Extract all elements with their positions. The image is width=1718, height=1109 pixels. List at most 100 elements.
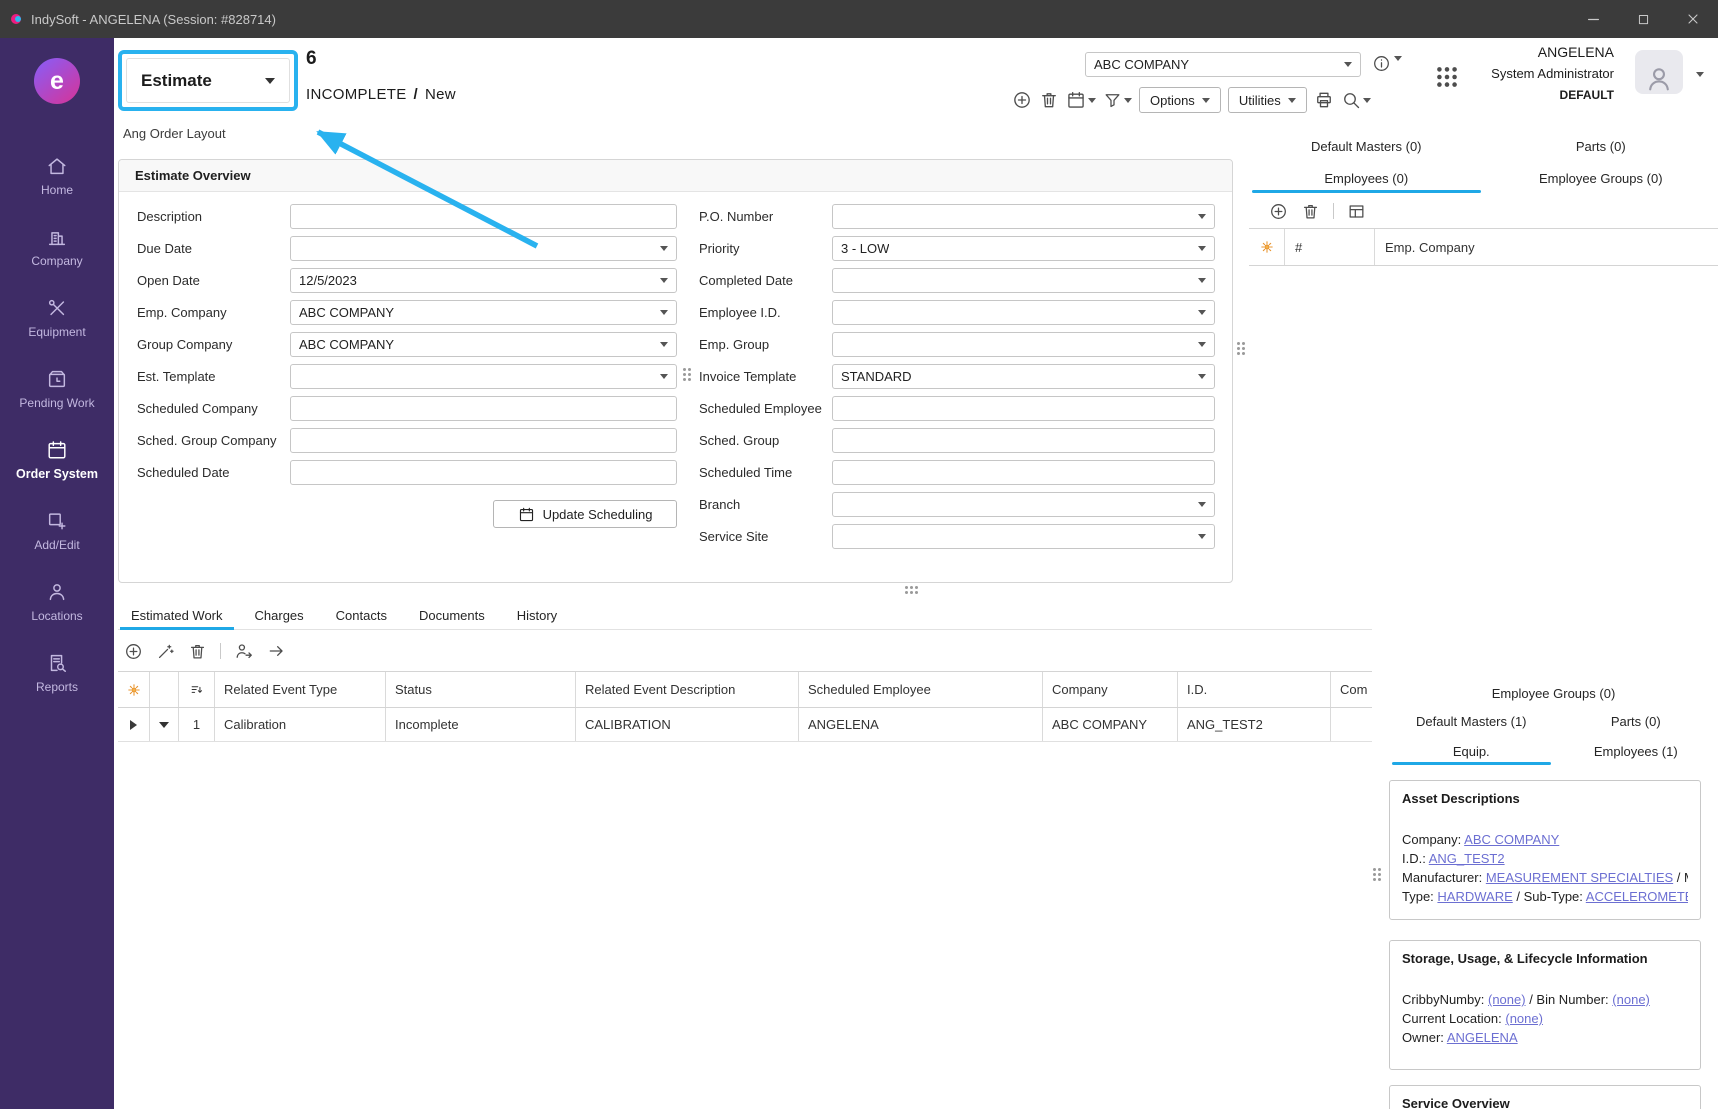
col-com-truncated[interactable]: Com <box>1331 672 1372 707</box>
current-location-link[interactable]: (none) <box>1505 1011 1543 1026</box>
print-button[interactable] <box>1314 90 1334 110</box>
tab-estimated-work[interactable]: Estimated Work <box>118 602 236 629</box>
open-date-select[interactable]: 12/5/2023 <box>290 268 677 293</box>
due-date-select[interactable] <box>290 236 677 261</box>
po-number-select[interactable] <box>832 204 1215 229</box>
asset-id-link[interactable]: ANG_TEST2 <box>1429 851 1505 866</box>
sidebar-item-home[interactable]: Home <box>0 140 114 211</box>
field-label: Description <box>137 209 290 224</box>
sched-group-input[interactable] <box>832 428 1215 453</box>
table-row[interactable]: 1 Calibration Incomplete CALIBRATION ANG… <box>118 708 1372 742</box>
col-scheduled-employee[interactable]: Scheduled Employee <box>799 672 1043 707</box>
close-button[interactable] <box>1668 0 1718 38</box>
tab-documents[interactable]: Documents <box>406 602 498 629</box>
subtype-link[interactable]: ACCELEROMETE <box>1586 889 1688 904</box>
cribby-link[interactable]: (none) <box>1488 992 1526 1007</box>
manufacturer-link[interactable]: MEASUREMENT SPECIALTIES <box>1486 870 1673 885</box>
col-number[interactable]: # <box>1285 229 1375 265</box>
options-button[interactable]: Options <box>1139 87 1221 113</box>
sidebar-item-reports[interactable]: Reports <box>0 637 114 708</box>
update-scheduling-button[interactable]: Update Scheduling <box>493 500 677 528</box>
completed-date-select[interactable] <box>832 268 1215 293</box>
user-menu-chevron-icon[interactable] <box>1696 72 1704 77</box>
sun-icon <box>1259 239 1275 255</box>
order-type-dropdown[interactable]: Estimate <box>126 58 290 103</box>
header-sort-cell[interactable] <box>179 672 215 707</box>
utilities-button[interactable]: Utilities <box>1228 87 1307 113</box>
maximize-button[interactable] <box>1618 0 1668 38</box>
row-expand-cell[interactable] <box>118 708 150 741</box>
sched-group-company-input[interactable] <box>290 428 677 453</box>
col-emp-company[interactable]: Emp. Company <box>1375 229 1718 265</box>
invoice-template-select[interactable]: STANDARD <box>832 364 1215 389</box>
delete-employee-button[interactable] <box>1301 202 1320 221</box>
add-button[interactable] <box>1012 90 1032 110</box>
type-link[interactable]: HARDWARE <box>1437 889 1512 904</box>
tab-default-masters[interactable]: Default Masters (0) <box>1249 130 1484 162</box>
search-menu-button[interactable] <box>1341 90 1371 110</box>
col-company[interactable]: Company <box>1043 672 1178 707</box>
column-drag-handle[interactable] <box>683 368 692 382</box>
bin-number-link[interactable]: (none) <box>1612 992 1650 1007</box>
scheduled-time-input[interactable] <box>832 460 1215 485</box>
owner-link[interactable]: ANGELENA <box>1447 1030 1518 1045</box>
filter-menu-button[interactable] <box>1103 91 1132 110</box>
tab-parts-bottom[interactable]: Parts (0) <box>1554 706 1718 736</box>
grid-view-button[interactable] <box>1347 202 1366 221</box>
company-dropdown[interactable]: ABC COMPANY <box>1085 52 1361 77</box>
description-input[interactable] <box>290 204 677 229</box>
tab-parts[interactable]: Parts (0) <box>1484 130 1718 162</box>
grid-settings-cell[interactable] <box>118 672 150 707</box>
tab-contacts[interactable]: Contacts <box>323 602 400 629</box>
scheduled-date-input[interactable] <box>290 460 677 485</box>
auto-create-button[interactable] <box>156 642 175 661</box>
employee-id-select[interactable] <box>832 300 1215 325</box>
sidebar-item-order-system[interactable]: Order System <box>0 424 114 495</box>
vertical-splitter-handle[interactable] <box>1237 342 1246 356</box>
scheduled-employee-input[interactable] <box>832 396 1215 421</box>
emp-group-select[interactable] <box>832 332 1215 357</box>
add-employee-button[interactable] <box>1269 202 1288 221</box>
app-grid-button[interactable] <box>1432 62 1462 92</box>
tab-default-masters-bottom[interactable]: Default Masters (1) <box>1389 706 1554 736</box>
tab-employees[interactable]: Employees (0) <box>1249 162 1484 194</box>
tab-employees-bottom[interactable]: Employees (1) <box>1554 736 1718 766</box>
delete-work-button[interactable] <box>188 642 207 661</box>
horizontal-splitter-handle[interactable] <box>905 586 919 595</box>
col-status[interactable]: Status <box>386 672 576 707</box>
service-site-select[interactable] <box>832 524 1215 549</box>
info-menu-button[interactable] <box>1372 54 1402 73</box>
forward-button[interactable] <box>267 641 287 661</box>
sidebar-item-add-edit[interactable]: Add/Edit <box>0 495 114 566</box>
branch-select[interactable] <box>832 492 1215 517</box>
sidebar-item-locations[interactable]: Locations <box>0 566 114 637</box>
tab-charges[interactable]: Charges <box>242 602 317 629</box>
minimize-button[interactable] <box>1568 0 1618 38</box>
sidebar-item-label: Add/Edit <box>34 538 79 552</box>
col-related-event-type[interactable]: Related Event Type <box>215 672 386 707</box>
row-dropdown-cell[interactable] <box>150 708 179 741</box>
grid-settings-cell[interactable] <box>1249 229 1285 265</box>
tab-history[interactable]: History <box>504 602 570 629</box>
col-related-event-description[interactable]: Related Event Description <box>576 672 799 707</box>
company-link[interactable]: ABC COMPANY <box>1464 832 1559 847</box>
delete-button[interactable] <box>1039 90 1059 110</box>
emp-company-select[interactable]: ABC COMPANY <box>290 300 677 325</box>
tab-employee-groups-bottom[interactable]: Employee Groups (0) <box>1389 680 1718 706</box>
sidebar-item-pending-work[interactable]: Pending Work <box>0 353 114 424</box>
chevron-down-icon <box>1198 342 1206 347</box>
assign-employee-button[interactable] <box>234 641 254 661</box>
add-work-button[interactable] <box>124 642 143 661</box>
tab-equip[interactable]: Equip. <box>1389 736 1554 766</box>
avatar[interactable] <box>1635 50 1683 94</box>
scheduled-company-input[interactable] <box>290 396 677 421</box>
priority-select[interactable]: 3 - LOW <box>832 236 1215 261</box>
sidebar-item-company[interactable]: Company <box>0 211 114 282</box>
group-company-select[interactable]: ABC COMPANY <box>290 332 677 357</box>
est-template-select[interactable] <box>290 364 677 389</box>
sidebar-item-equipment[interactable]: Equipment <box>0 282 114 353</box>
schedule-menu-button[interactable] <box>1066 90 1096 110</box>
col-id[interactable]: I.D. <box>1178 672 1331 707</box>
tab-employee-groups[interactable]: Employee Groups (0) <box>1484 162 1718 194</box>
bottom-vertical-splitter-handle[interactable] <box>1373 868 1382 882</box>
